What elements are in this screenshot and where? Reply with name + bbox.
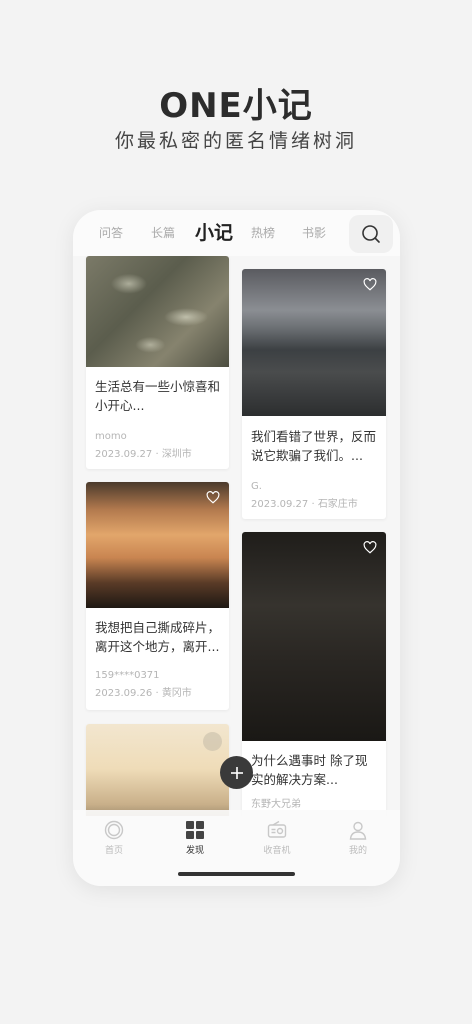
note-card[interactable]: 我们看错了世界，反而说它欺骗了我们。... G. 2023.09.27 · 石家… [242, 269, 386, 519]
note-author: 159****0371 [95, 670, 160, 681]
grid-icon [186, 821, 204, 839]
note-date: 2023.09.27 [251, 499, 309, 510]
note-text: 我想把自己撕成碎片，离开这个地方，离开... [95, 620, 221, 654]
home-indicator [178, 872, 295, 876]
add-note-button[interactable] [220, 756, 253, 789]
tab-hot[interactable]: 热榜 [251, 224, 275, 241]
note-text: 为什么遇事时 除了现实的解决方案... [251, 753, 368, 787]
plus-icon [230, 766, 243, 779]
nav-label: 收音机 [263, 846, 291, 856]
note-author: G. [251, 481, 262, 492]
note-author: momo [95, 431, 127, 442]
note-author: 东野大兄弟 [251, 799, 301, 810]
note-text: 我们看错了世界，反而说它欺骗了我们。... [251, 429, 377, 463]
note-image [86, 724, 229, 816]
note-date: 2023.09.26 [95, 688, 153, 699]
nav-home[interactable]: 首页 [84, 820, 144, 856]
tab-qa[interactable]: 问答 [99, 224, 123, 241]
bottom-nav: 首页 发现 收音机 我的 [73, 810, 400, 886]
hero-title: ONE小记 [159, 86, 313, 126]
nav-radio[interactable]: 收音机 [247, 820, 307, 856]
nav-label: 发现 [185, 846, 204, 856]
heart-icon[interactable] [203, 732, 222, 751]
home-ring-icon [104, 820, 124, 840]
nav-label: 我的 [348, 846, 367, 856]
note-card[interactable] [86, 724, 229, 816]
note-card[interactable]: 为什么遇事时 除了现实的解决方案... 东野大兄弟 [242, 532, 386, 816]
note-image [242, 269, 386, 416]
note-image [86, 482, 229, 608]
tab-notes[interactable]: 小记 [195, 218, 233, 245]
search-button[interactable] [349, 215, 393, 253]
note-card[interactable]: 生活总有一些小惊喜和小开心... momo 2023.09.27 · 深圳市 [86, 256, 229, 469]
hero-subtitle: 你最私密的匿名情绪树洞 [114, 130, 357, 152]
note-card[interactable]: 我想把自己撕成碎片，离开这个地方，离开... 159****0371 2023.… [86, 482, 229, 710]
note-location: 深圳市 [161, 449, 192, 460]
nav-profile[interactable]: 我的 [328, 820, 388, 856]
heart-icon[interactable] [206, 491, 220, 504]
nav-label: 首页 [104, 846, 123, 856]
note-meta: 2023.09.26 · 黄冈市 [95, 688, 192, 699]
note-location: 黄冈市 [161, 688, 192, 699]
note-meta: 2023.09.27 · 石家庄市 [251, 499, 358, 510]
note-image [242, 532, 386, 741]
note-date: 2023.09.27 [95, 449, 153, 460]
note-location: 石家庄市 [317, 499, 358, 510]
radio-icon [267, 820, 287, 838]
phone-frame: 问答 长篇 小记 热榜 书影 生活总有一些小惊喜和小开心... momo 202… [73, 210, 400, 886]
notes-feed[interactable]: 生活总有一些小惊喜和小开心... momo 2023.09.27 · 深圳市 我… [73, 256, 400, 816]
heart-icon[interactable] [363, 541, 377, 554]
note-image [86, 256, 229, 367]
person-icon [349, 821, 367, 840]
note-text: 生活总有一些小惊喜和小开心... [95, 379, 221, 413]
nav-discover[interactable]: 发现 [165, 820, 225, 856]
note-meta: 2023.09.27 · 深圳市 [95, 449, 192, 460]
search-icon [362, 225, 380, 243]
tab-books-movies[interactable]: 书影 [302, 224, 326, 241]
top-tab-bar: 问答 长篇 小记 热榜 书影 [73, 210, 400, 256]
tab-long[interactable]: 长篇 [151, 224, 175, 241]
heart-icon[interactable] [363, 278, 377, 291]
